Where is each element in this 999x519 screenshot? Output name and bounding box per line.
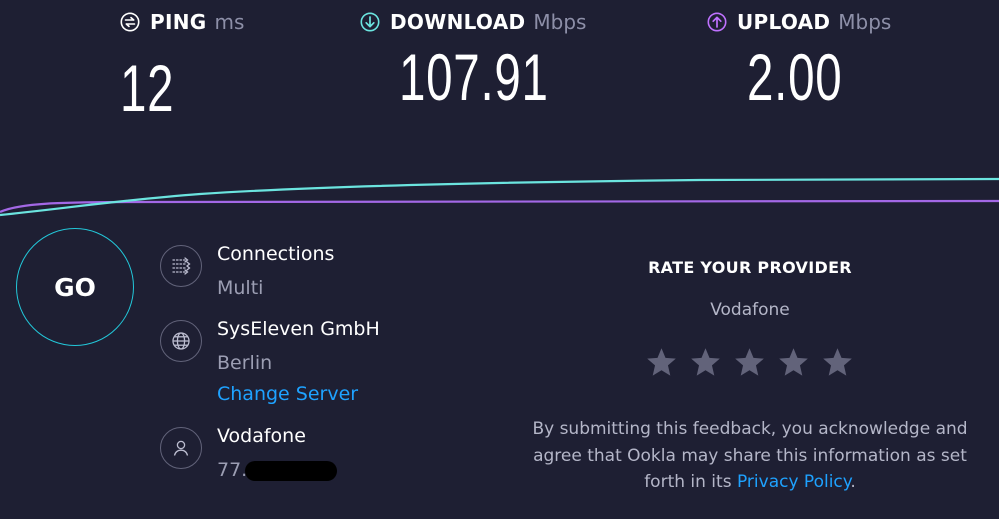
go-button-label: GO <box>54 272 96 302</box>
rate-provider-name: Vodafone <box>710 300 790 320</box>
upload-header: UPLOAD Mbps <box>707 10 891 34</box>
star-rating <box>645 346 854 379</box>
download-arrow-icon <box>360 12 380 32</box>
star-icon-5[interactable] <box>821 346 854 379</box>
upload-value: 2.00 <box>747 40 843 114</box>
ping-label: PING <box>150 10 207 34</box>
star-icon-1[interactable] <box>645 346 678 379</box>
download-value: 107.91 <box>399 40 549 114</box>
globe-icon <box>160 320 202 362</box>
ping-icon <box>120 12 140 32</box>
ping-metric: PING ms <box>120 10 244 34</box>
connections-title: Connections <box>217 243 335 265</box>
ping-value: 12 <box>120 51 175 125</box>
upload-unit: Mbps <box>838 10 892 34</box>
star-icon-2[interactable] <box>689 346 722 379</box>
download-graph-line <box>0 177 999 217</box>
upload-label: UPLOAD <box>737 10 831 34</box>
download-header: DOWNLOAD Mbps <box>360 10 586 34</box>
go-button[interactable]: GO <box>16 228 134 346</box>
star-icon-3[interactable] <box>733 346 766 379</box>
speed-graph <box>0 177 999 217</box>
upload-metric: UPLOAD Mbps <box>707 10 891 34</box>
download-label: DOWNLOAD <box>390 10 526 34</box>
ping-header: PING ms <box>120 10 244 34</box>
download-unit: Mbps <box>533 10 587 34</box>
rate-provider-heading: RATE YOUR PROVIDER <box>648 258 852 277</box>
user-icon <box>160 427 202 469</box>
provider-ip: 77. <box>217 459 338 481</box>
server-name: SysEleven GmbH <box>217 318 380 340</box>
disclaimer-end: . <box>850 472 856 492</box>
connections-icon <box>160 245 202 287</box>
ip-redaction <box>245 460 338 481</box>
provider-ip-text: 77. <box>217 459 248 481</box>
provider-name: Vodafone <box>217 425 306 447</box>
privacy-policy-link[interactable]: Privacy Policy <box>737 472 850 492</box>
connections-value: Multi <box>217 277 264 299</box>
upload-graph-line <box>0 199 999 214</box>
speedtest-page: PING ms 12 DOWNLOAD Mbps 107.91 UPLOAD M… <box>0 0 999 519</box>
change-server-link[interactable]: Change Server <box>217 383 358 405</box>
upload-arrow-icon <box>707 12 727 32</box>
feedback-disclaimer: By submitting this feedback, you acknowl… <box>520 416 980 496</box>
star-icon-4[interactable] <box>777 346 810 379</box>
download-metric: DOWNLOAD Mbps <box>360 10 586 34</box>
server-location: Berlin <box>217 352 273 374</box>
ping-unit: ms <box>214 10 245 34</box>
